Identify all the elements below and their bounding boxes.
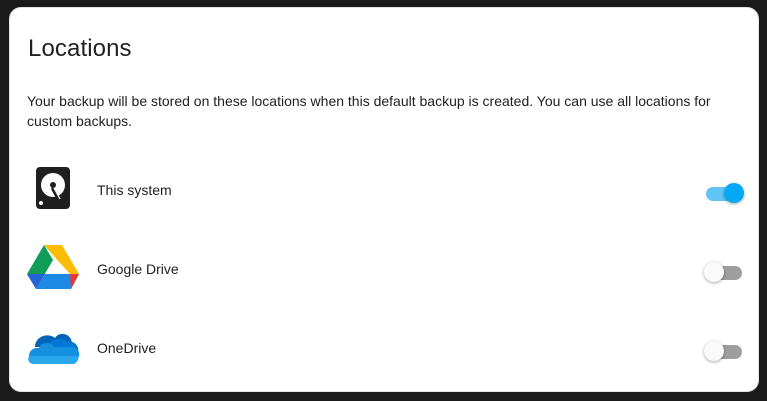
card-description: Your backup will be stored on these loca… bbox=[27, 93, 711, 129]
card-title: Locations bbox=[28, 35, 132, 62]
onedrive-toggle[interactable] bbox=[704, 339, 744, 363]
locations-card: Locations Your backup will be stored on … bbox=[9, 7, 759, 392]
toggle-thumb bbox=[704, 341, 724, 361]
location-label-onedrive: OneDrive bbox=[97, 340, 157, 356]
toggle-thumb bbox=[724, 183, 744, 203]
location-label-this-system: This system bbox=[97, 182, 172, 198]
hard-drive-icon bbox=[26, 165, 80, 219]
location-row-this-system: This system bbox=[26, 165, 746, 219]
this-system-toggle[interactable] bbox=[704, 181, 744, 205]
onedrive-icon bbox=[26, 323, 80, 377]
google-drive-icon bbox=[26, 244, 80, 298]
toggle-thumb bbox=[704, 262, 724, 282]
location-label-google-drive: Google Drive bbox=[97, 261, 179, 277]
location-row-onedrive: OneDrive bbox=[26, 323, 746, 377]
location-row-google-drive: Google Drive bbox=[26, 244, 746, 298]
google-drive-toggle[interactable] bbox=[704, 260, 744, 284]
